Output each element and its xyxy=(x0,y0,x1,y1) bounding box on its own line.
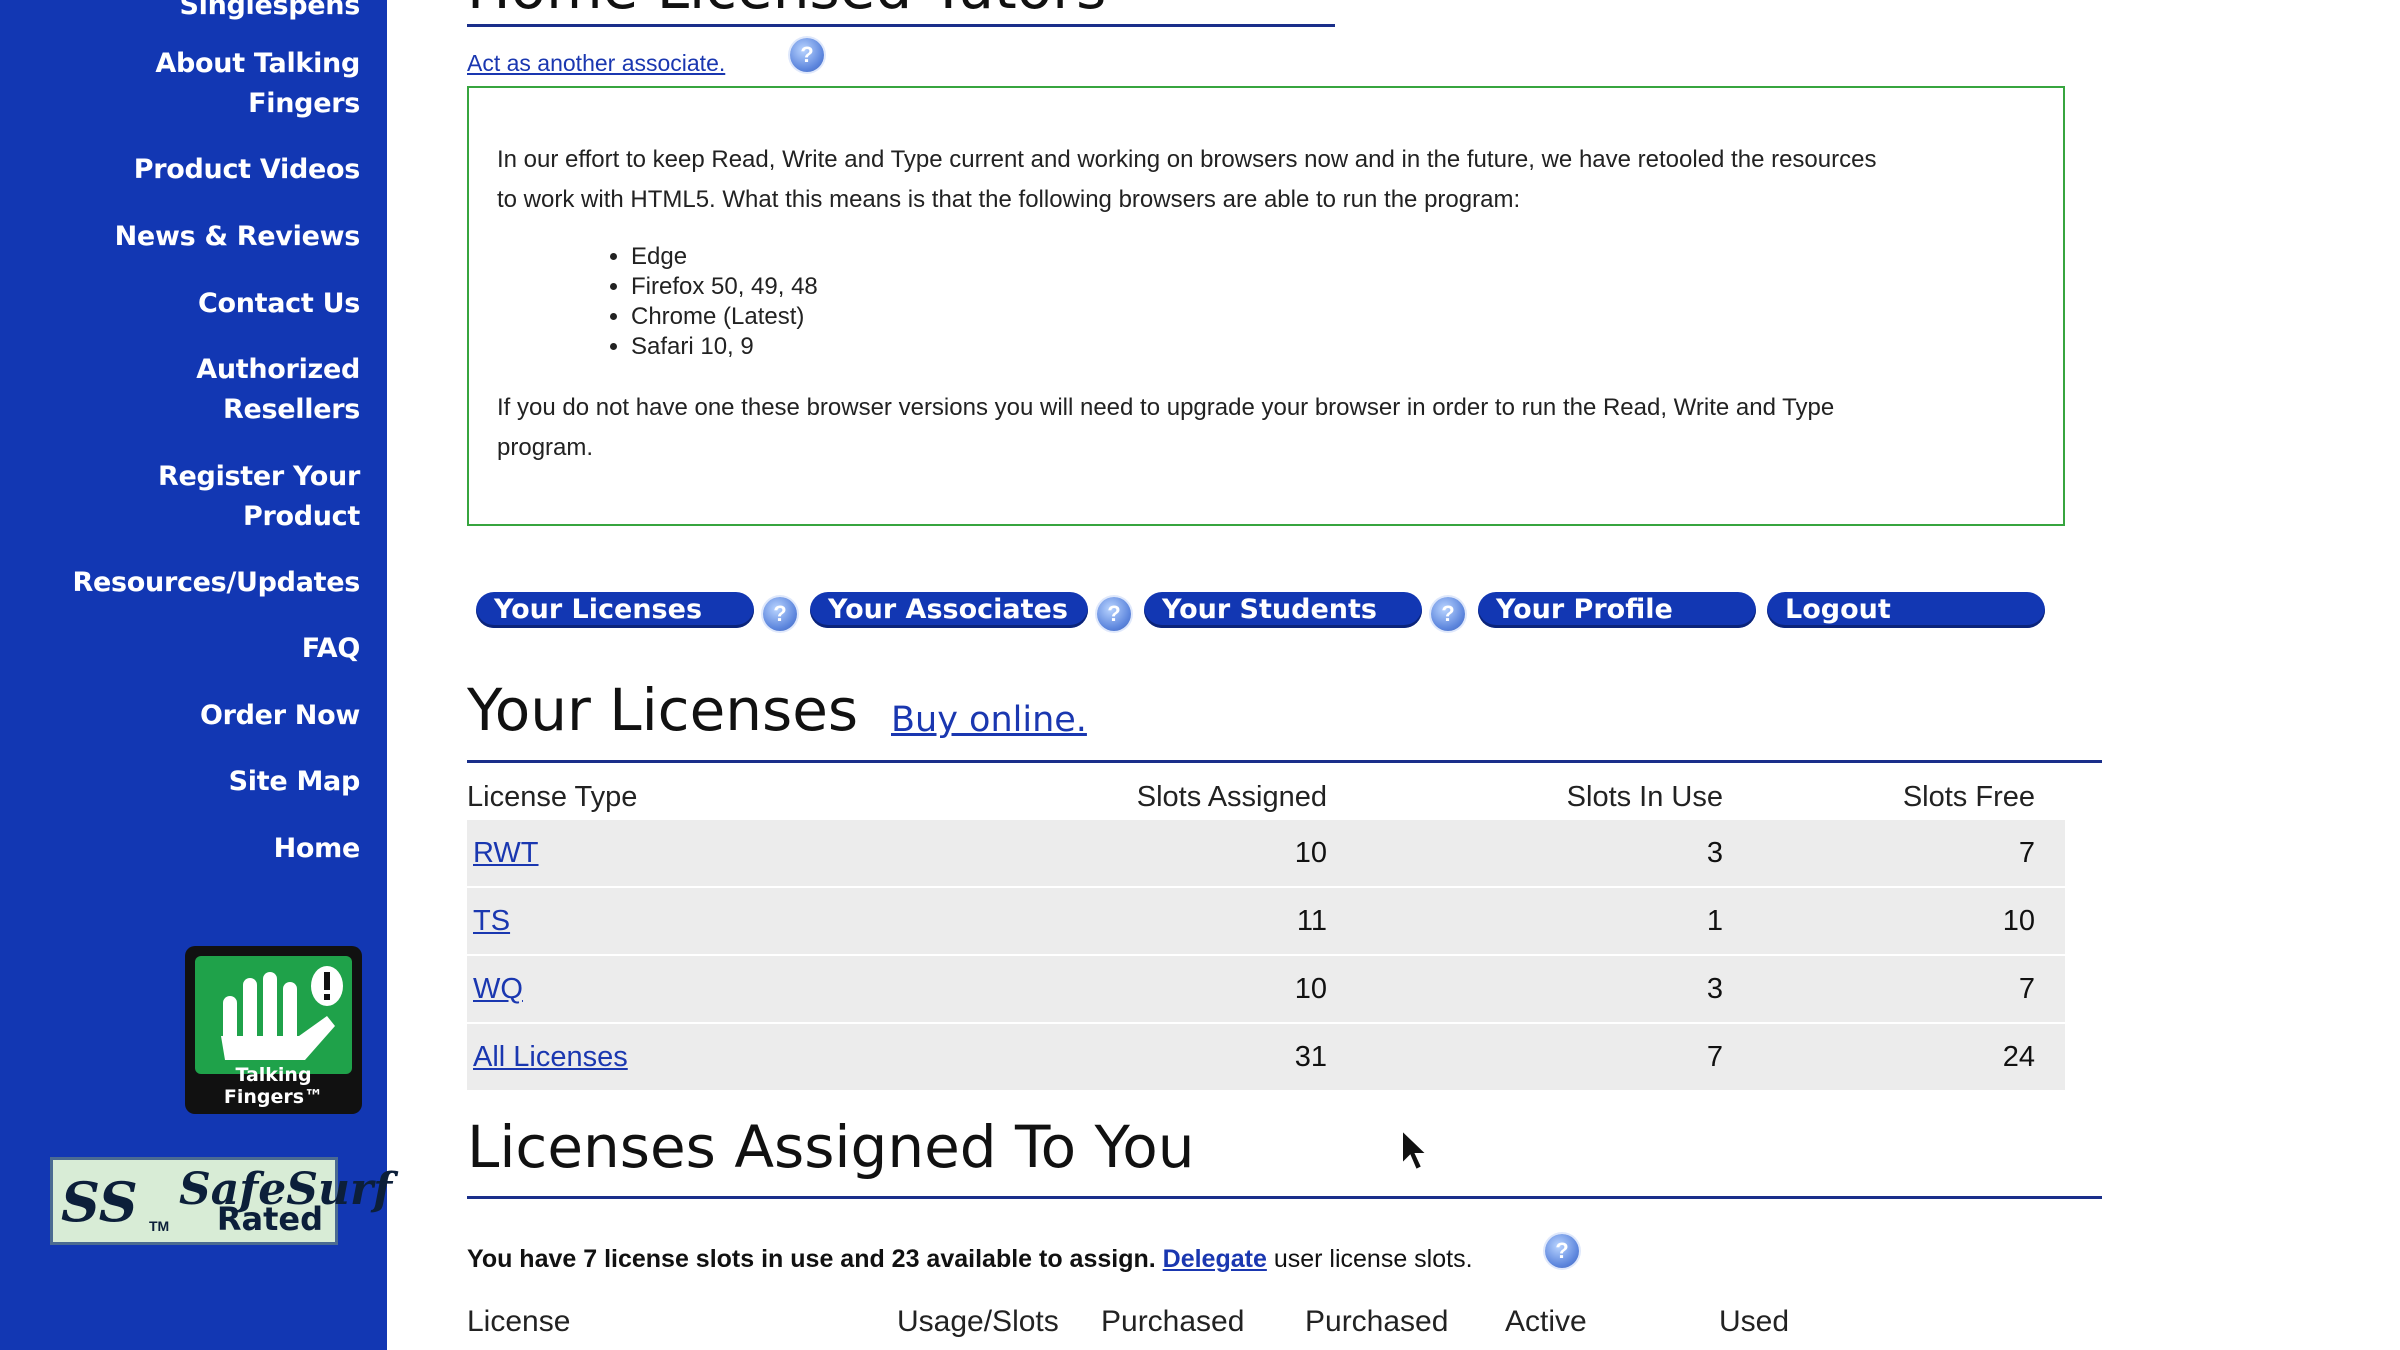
sidebar-item-label: About Talking xyxy=(155,48,360,79)
notice-intro-line1: In our effort to keep Read, Write and Ty… xyxy=(497,146,1877,173)
safesurf-badge[interactable]: SS SafeSurf TM Rated xyxy=(50,1157,392,1245)
logout-button[interactable]: Logout xyxy=(1767,592,2045,628)
buy-online-link[interactable]: Buy online. xyxy=(891,700,1087,740)
assigned-rule xyxy=(467,1196,2102,1199)
help-icon[interactable]: ? xyxy=(1431,597,1465,631)
licenses-table: License Type Slots Assigned Slots In Use… xyxy=(467,774,2065,1092)
column-header: Usage/Slots xyxy=(897,1305,1059,1338)
tab-your-students[interactable]: Your Students xyxy=(1144,592,1422,628)
list-item: Firefox 50, 49, 48 xyxy=(631,272,818,302)
safesurf-icon: SS xyxy=(61,1170,138,1234)
slots-assigned: 10 xyxy=(827,955,1327,1024)
column-header: License Type xyxy=(467,780,638,813)
help-icon[interactable]: ? xyxy=(1545,1234,1579,1268)
sidebar-nav: Singlespens About Talking Fingers Produc… xyxy=(0,0,392,1350)
column-header: Slots In Use xyxy=(1566,780,1723,813)
licenses-heading: Your Licenses xyxy=(467,676,859,744)
slots-assigned: 10 xyxy=(827,820,1327,888)
license-link-ts[interactable]: TS xyxy=(473,905,510,937)
table-row: All Licenses 31 7 24 xyxy=(467,1023,2065,1092)
browser-notice: In our effort to keep Read, Write and Ty… xyxy=(467,86,2065,526)
slots-free: 7 xyxy=(1723,955,2065,1024)
title-underline xyxy=(467,24,1335,27)
list-item: Edge xyxy=(631,242,818,272)
sidebar-item-label: Register Your xyxy=(158,461,360,492)
help-icon[interactable]: ? xyxy=(790,38,824,72)
table-row: RWT 10 3 7 xyxy=(467,820,2065,888)
help-icon[interactable]: ? xyxy=(763,597,797,631)
column-header: License xyxy=(467,1305,571,1338)
tab-your-profile[interactable]: Your Profile xyxy=(1478,592,1756,628)
assigned-summary-text: You have 7 license slots in use and 23 a… xyxy=(467,1245,1156,1273)
sidebar-item-singlespens[interactable]: Singlespens xyxy=(20,0,360,26)
notice-intro-line2: to work with HTML5. What this means is t… xyxy=(497,186,1521,213)
column-header: Slots Assigned xyxy=(1136,780,1327,813)
logo-text: Talking Fingers™ xyxy=(223,1064,324,1108)
notice-outro-line1: If you do not have one these browser ver… xyxy=(497,394,1835,421)
license-link-rwt[interactable]: RWT xyxy=(473,837,539,869)
list-item: Chrome (Latest) xyxy=(631,302,818,332)
sidebar-item-site-map[interactable]: Site Map xyxy=(20,762,361,802)
column-header: Purchased xyxy=(1305,1305,1449,1338)
slots-in-use: 3 xyxy=(1327,955,1723,1024)
act-as-associate-link[interactable]: Act as another associate. xyxy=(467,50,725,77)
main-content: Home Licensed Tutors Act as another asso… xyxy=(467,0,2107,1350)
sidebar-item-order-now[interactable]: Order Now xyxy=(20,696,360,736)
browser-list: Edge Firefox 50, 49, 48 Chrome (Latest) … xyxy=(631,242,818,362)
license-link-all[interactable]: All Licenses xyxy=(473,1041,628,1073)
slots-in-use: 7 xyxy=(1327,1023,1723,1092)
sidebar-item-label: Product xyxy=(242,501,360,532)
hand-icon xyxy=(195,956,352,1074)
sidebar-item-product-videos[interactable]: Product Videos xyxy=(20,150,361,190)
sidebar-item-resellers[interactable]: Authorized Resellers xyxy=(20,350,360,430)
help-icon[interactable]: ? xyxy=(1097,597,1131,631)
sidebar-item-home[interactable]: Home xyxy=(20,829,361,869)
slots-in-use: 1 xyxy=(1327,887,1723,956)
slots-assigned: 31 xyxy=(827,1023,1327,1092)
column-header: Active xyxy=(1505,1305,1587,1338)
safesurf-tm: TM xyxy=(149,1218,170,1234)
slots-free: 24 xyxy=(1723,1023,2065,1092)
licenses-rule xyxy=(467,760,2102,763)
column-header: Used xyxy=(1719,1305,1790,1338)
table-row: WQ 10 3 7 xyxy=(467,955,2065,1024)
list-item: Safari 10, 9 xyxy=(631,332,818,362)
sidebar-item-news-reviews[interactable]: News & Reviews xyxy=(20,217,361,257)
sidebar-item-contact[interactable]: Contact Us xyxy=(20,284,360,324)
sidebar-item-resources[interactable]: Resources/Updates xyxy=(20,563,361,603)
assigned-heading: Licenses Assigned To You xyxy=(467,1113,1195,1181)
tab-your-licenses[interactable]: Your Licenses xyxy=(476,592,754,628)
talking-fingers-logo[interactable]: Talking Fingers™ xyxy=(185,946,362,1114)
tab-your-associates[interactable]: Your Associates xyxy=(810,592,1088,628)
column-header: Slots Free xyxy=(1902,780,2035,813)
sidebar-item-label: Fingers xyxy=(248,88,360,119)
delegate-link[interactable]: Delegate xyxy=(1163,1245,1267,1273)
slots-in-use: 3 xyxy=(1327,820,1723,888)
slots-free: 7 xyxy=(1723,820,2065,888)
slots-free: 10 xyxy=(1723,887,2065,956)
column-header: Purchased xyxy=(1101,1305,1245,1338)
sidebar-item-register[interactable]: Register Your Product xyxy=(20,457,360,537)
table-header-row: License Type Slots Assigned Slots In Use… xyxy=(467,774,2065,820)
license-link-wq[interactable]: WQ xyxy=(473,973,523,1005)
sidebar-item-about[interactable]: About Talking Fingers xyxy=(20,44,360,124)
page-title: Home Licensed Tutors xyxy=(467,0,1106,22)
slots-assigned: 11 xyxy=(827,887,1327,956)
sidebar-item-label: Resellers xyxy=(223,394,360,425)
notice-outro-line2: program. xyxy=(497,434,594,461)
sidebar-item-faq[interactable]: FAQ xyxy=(20,629,361,669)
assigned-summary: You have 7 license slots in use and 23 a… xyxy=(467,1245,1473,1274)
sidebar-item-label: Authorized xyxy=(196,354,360,385)
table-row: TS 11 1 10 xyxy=(467,887,2065,956)
assigned-summary-suffix: user license slots. xyxy=(1273,1245,1473,1273)
safesurf-rated: Rated xyxy=(216,1200,323,1238)
